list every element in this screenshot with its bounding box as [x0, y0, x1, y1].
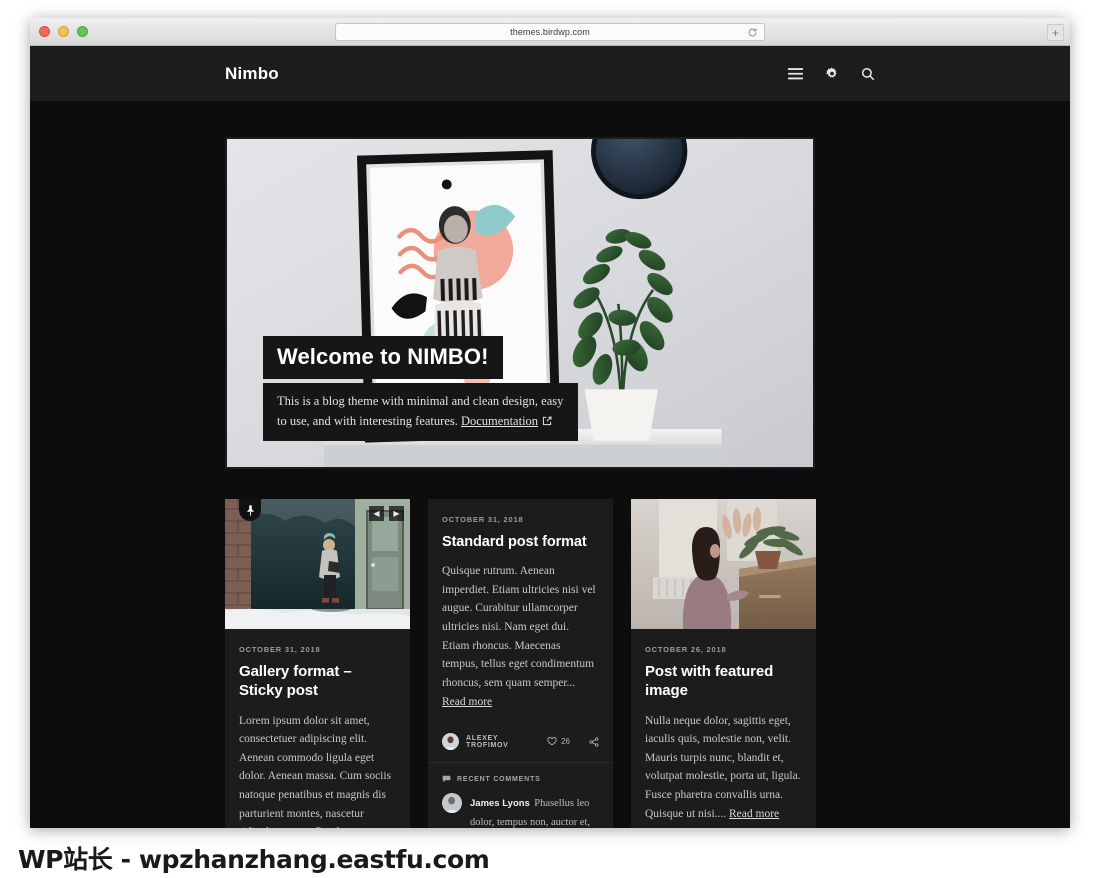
comment-item[interactable]: James Lyons Phasellus leo dolor, tempus …	[442, 793, 599, 828]
post-body: OCTOBER 31, 2018 Gallery format – Sticky…	[225, 629, 410, 828]
gallery-prev-button[interactable]: ◀	[369, 506, 384, 521]
post-body: OCTOBER 31, 2018 Standard post format Qu…	[428, 499, 613, 723]
url-text: themes.birdwp.com	[510, 27, 590, 37]
comment-bubble-icon	[442, 775, 451, 783]
browser-window: themes.birdwp.com + Nimbo Welcome to NIM…	[30, 18, 1070, 828]
post-thumbnail[interactable]: ◀ ▶	[225, 499, 410, 629]
hero-overlay: Welcome to NIMBO! This is a blog theme w…	[263, 336, 581, 441]
post-card-featured[interactable]: OCTOBER 26, 2018 Post with featured imag…	[631, 499, 816, 828]
post-title[interactable]: Gallery format – Sticky post	[239, 663, 396, 701]
minimize-window-button[interactable]	[58, 26, 69, 37]
documentation-link[interactable]: Documentation	[461, 414, 538, 428]
post-author[interactable]: ALEXEY TROFIMOV	[466, 735, 540, 749]
read-more-link[interactable]: Read more	[729, 808, 779, 820]
maximize-window-button[interactable]	[77, 26, 88, 37]
post-meta: ALEXEY TROFIMOV 26	[428, 723, 613, 762]
post-thumbnail[interactable]	[631, 499, 816, 629]
pin-icon	[239, 499, 261, 521]
post-card-standard[interactable]: OCTOBER 31, 2018 Standard post format Qu…	[428, 499, 613, 828]
like-counter[interactable]: 26	[547, 737, 570, 746]
browser-chrome-bar: themes.birdwp.com +	[30, 18, 1070, 46]
post-excerpt-text: Nulla neque dolor, sagittis eget, iaculi…	[645, 714, 801, 820]
hero-subtitle: This is a blog theme with minimal and cl…	[263, 383, 578, 441]
external-link-icon	[542, 416, 552, 426]
address-bar[interactable]: themes.birdwp.com	[335, 23, 765, 41]
close-window-button[interactable]	[39, 26, 50, 37]
site-logo[interactable]: Nimbo	[225, 64, 279, 84]
site-header: Nimbo	[30, 46, 1070, 101]
reload-icon[interactable]	[747, 27, 758, 38]
hero-title: Welcome to NIMBO!	[263, 336, 503, 380]
page-viewport: Nimbo Welcome to NIMBO! This is a blog t…	[30, 46, 1070, 828]
read-more-link[interactable]: Read more	[316, 826, 366, 828]
window-controls[interactable]	[39, 26, 88, 37]
avatar	[442, 733, 459, 751]
header-nav	[788, 67, 875, 81]
recent-comments-label: RECENT COMMENTS	[457, 775, 541, 783]
post-title[interactable]: Post with featured image	[645, 663, 802, 701]
post-card-gallery[interactable]: ◀ ▶ OCTOBER 31, 2018 Gallery format – St…	[225, 499, 410, 828]
recent-comments-heading: RECENT COMMENTS	[442, 775, 599, 783]
menu-icon[interactable]	[788, 67, 803, 80]
gallery-next-button[interactable]: ▶	[389, 506, 404, 521]
gallery-nav[interactable]: ◀ ▶	[369, 506, 404, 521]
main-content: Welcome to NIMBO! This is a blog theme w…	[30, 101, 1070, 828]
post-date: OCTOBER 31, 2018	[442, 515, 524, 524]
comment-content: James Lyons Phasellus leo dolor, tempus …	[470, 793, 599, 828]
like-count: 26	[561, 737, 570, 747]
hero-banner: Welcome to NIMBO! This is a blog theme w…	[225, 137, 815, 469]
recent-comments: RECENT COMMENTS James Lyons Phasellus le…	[428, 762, 613, 828]
watermark: WP站长 - wpzhanzhang.eastfu.com	[18, 845, 490, 874]
post-excerpt: Lorem ipsum dolor sit amet, consectetuer…	[239, 712, 396, 829]
heart-icon	[547, 737, 557, 746]
avatar	[442, 793, 462, 814]
post-excerpt: Quisque rutrum. Aenean imperdiet. Etiam …	[442, 562, 599, 711]
read-more-link[interactable]: Read more	[442, 696, 492, 708]
post-body: OCTOBER 26, 2018 Post with featured imag…	[631, 629, 816, 828]
gear-icon[interactable]	[825, 67, 839, 81]
post-excerpt-text: Quisque rutrum. Aenean imperdiet. Etiam …	[442, 565, 596, 689]
post-date: OCTOBER 26, 2018	[645, 645, 727, 654]
post-date: OCTOBER 31, 2018	[239, 645, 321, 654]
new-tab-button[interactable]: +	[1047, 24, 1064, 41]
share-icon[interactable]	[589, 736, 599, 747]
post-title[interactable]: Standard post format	[442, 533, 599, 551]
search-icon[interactable]	[861, 67, 875, 81]
featured-image	[631, 499, 816, 629]
post-excerpt-text: Lorem ipsum dolor sit amet, consectetuer…	[239, 714, 392, 829]
comment-author: James Lyons	[470, 798, 530, 810]
post-excerpt: Nulla neque dolor, sagittis eget, iaculi…	[645, 712, 802, 824]
post-grid: ◀ ▶ OCTOBER 31, 2018 Gallery format – St…	[225, 499, 875, 828]
screenshot-root: themes.birdwp.com + Nimbo Welcome to NIM…	[0, 0, 1100, 878]
